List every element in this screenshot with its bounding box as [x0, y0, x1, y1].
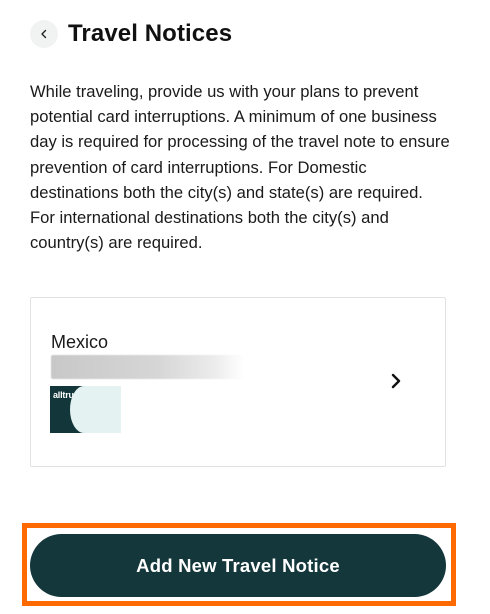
chevron-right-icon[interactable]	[389, 373, 403, 389]
card-arc-graphic	[70, 386, 121, 433]
travel-notice-item[interactable]: Mexico alltru.	[30, 297, 446, 467]
add-travel-notice-button[interactable]: Add New Travel Notice	[30, 534, 446, 597]
destination-label: Mexico	[51, 332, 109, 352]
masked-card-info	[51, 355, 244, 379]
page-title: Travel Notices	[68, 20, 233, 47]
travel-notices-screen: Travel Notices While traveling, provide …	[0, 0, 490, 614]
travel-notice-description: While traveling, provide us with your pl…	[30, 82, 450, 253]
card-image: alltru.	[50, 386, 121, 433]
chevron-left-icon	[41, 29, 47, 39]
back-button[interactable]	[30, 20, 58, 48]
header: Travel Notices	[30, 18, 232, 50]
